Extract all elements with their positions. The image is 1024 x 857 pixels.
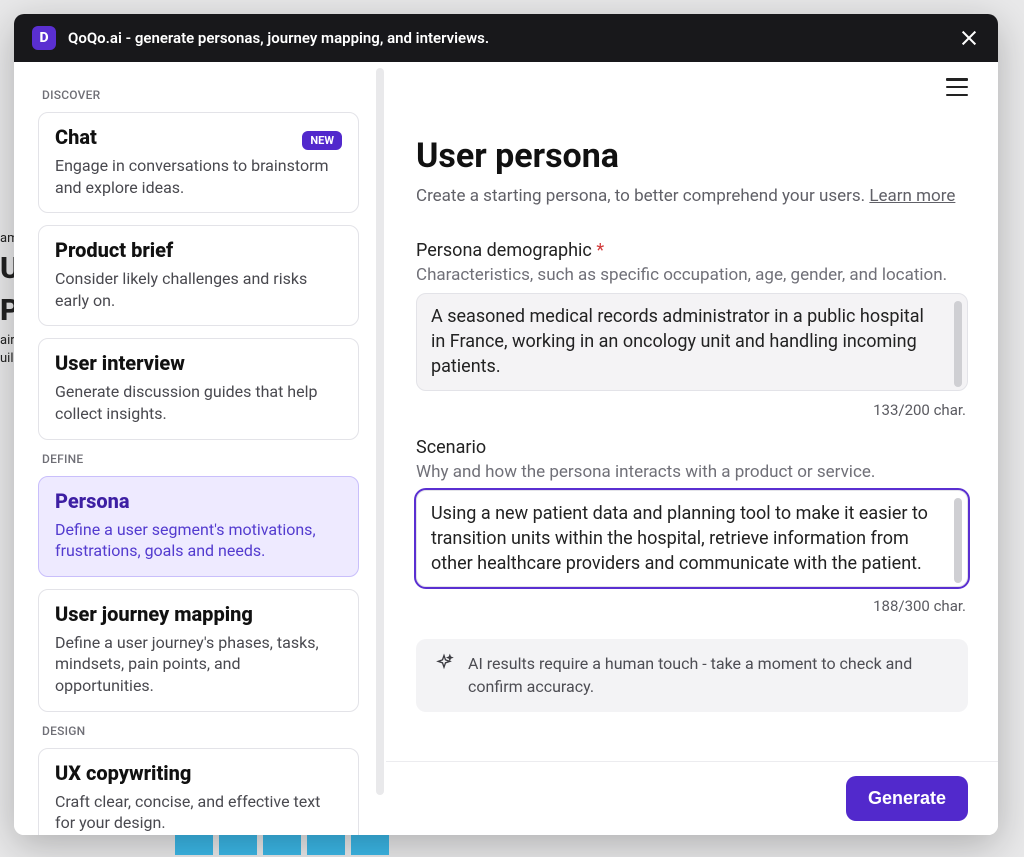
demographic-input[interactable]	[416, 293, 968, 391]
textarea-scrollbar[interactable]	[954, 301, 962, 387]
sidebar-item-title: Persona	[55, 489, 342, 513]
sidebar-item-desc: Generate discussion guides that help col…	[55, 381, 342, 424]
sidebar-item-persona[interactable]: Persona Define a user segment's motivati…	[38, 476, 359, 577]
section-label-design: DESIGN	[42, 724, 355, 738]
demographic-label: Persona demographic *	[416, 240, 968, 261]
form-content: User persona Create a starting persona, …	[386, 96, 998, 761]
sidebar-item-desc: Define a user segment's motivations, fru…	[55, 519, 342, 562]
hamburger-icon[interactable]	[946, 78, 968, 96]
scenario-input[interactable]	[416, 490, 968, 588]
sidebar-item-product-brief[interactable]: Product brief Consider likely challenges…	[38, 225, 359, 326]
sidebar-item-title: Product brief	[55, 238, 342, 262]
sidebar-item-title: User interview	[55, 351, 342, 375]
generate-button[interactable]: Generate	[846, 776, 968, 821]
main-pane: User persona Create a starting persona, …	[386, 62, 998, 835]
label-text: Persona demographic	[416, 240, 592, 261]
sidebar-item-desc: Craft clear, concise, and effective text…	[55, 791, 342, 834]
sparkle-icon	[434, 653, 454, 673]
demographic-help: Characteristics, such as specific occupa…	[416, 265, 968, 285]
modal-body: DISCOVER Chat NEW Engage in conversation…	[14, 62, 998, 835]
required-asterisk: *	[596, 240, 604, 261]
notice-text: AI results require a human touch - take …	[468, 653, 950, 698]
subtitle-text: Create a starting persona, to better com…	[416, 186, 869, 206]
scenario-label: Scenario	[416, 437, 968, 458]
sidebar-item-user-interview[interactable]: User interview Generate discussion guide…	[38, 338, 359, 439]
sidebar-item-desc: Engage in conversations to brainstorm an…	[55, 155, 342, 198]
demographic-char-counter: 133/200 char.	[416, 401, 966, 419]
sidebar: DISCOVER Chat NEW Engage in conversation…	[14, 62, 374, 835]
modal-header: D QoQo.ai - generate personas, journey m…	[14, 14, 998, 62]
new-badge: NEW	[302, 131, 342, 150]
sidebar-item-desc: Define a user journey's phases, tasks, m…	[55, 632, 342, 697]
background-peek: amUPairuil	[0, 230, 14, 369]
app-logo: D	[32, 26, 56, 50]
page-subtitle: Create a starting persona, to better com…	[416, 186, 968, 206]
ai-notice: AI results require a human touch - take …	[416, 639, 968, 712]
learn-more-link[interactable]: Learn more	[869, 186, 955, 206]
sidebar-item-title: User journey mapping	[55, 602, 342, 626]
sidebar-item-ux-copywriting[interactable]: UX copywriting Craft clear, concise, and…	[38, 748, 359, 835]
page-title: User persona	[416, 136, 968, 176]
sidebar-item-chat[interactable]: Chat NEW Engage in conversations to brai…	[38, 112, 359, 213]
sidebar-item-journey-mapping[interactable]: User journey mapping Define a user journ…	[38, 589, 359, 712]
sidebar-item-title: Chat	[55, 125, 97, 149]
section-label-discover: DISCOVER	[42, 88, 355, 102]
sidebar-item-desc: Consider likely challenges and risks ear…	[55, 268, 342, 311]
app-modal: D QoQo.ai - generate personas, journey m…	[14, 14, 998, 835]
section-label-define: DEFINE	[42, 452, 355, 466]
scenario-help: Why and how the persona interacts with a…	[416, 462, 968, 482]
modal-title: QoQo.ai - generate personas, journey map…	[68, 29, 946, 47]
pane-divider-scroll[interactable]	[374, 62, 386, 835]
sidebar-item-title: UX copywriting	[55, 761, 342, 785]
footer-bar: Generate	[386, 761, 998, 835]
scenario-char-counter: 188/300 char.	[416, 597, 966, 615]
close-icon[interactable]	[958, 27, 980, 49]
textarea-scrollbar[interactable]	[954, 498, 962, 584]
